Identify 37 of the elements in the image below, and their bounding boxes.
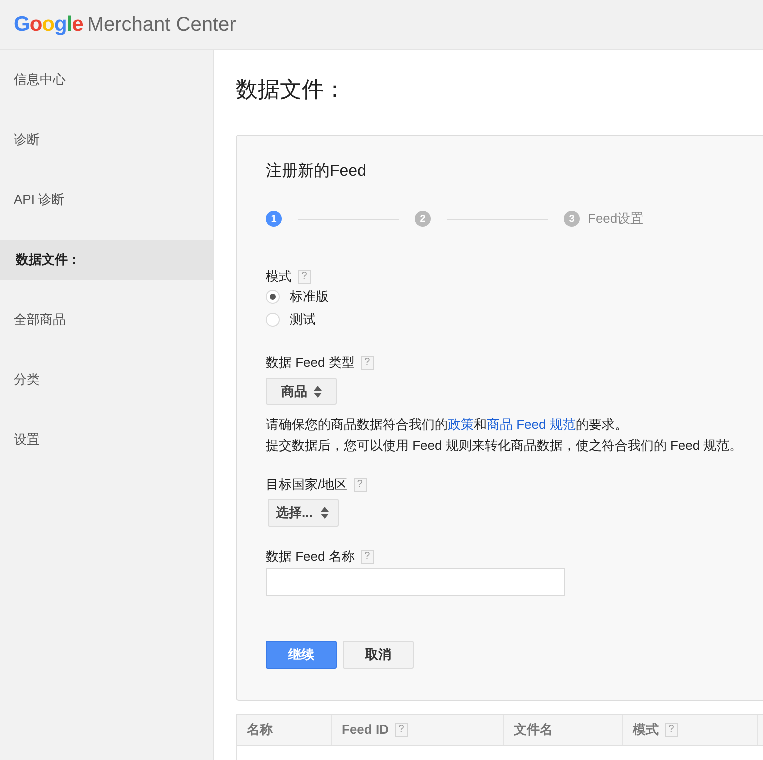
radio-button[interactable]	[266, 313, 280, 327]
form-title: 注册新的Feed	[266, 162, 366, 182]
input-field[interactable]	[266, 568, 565, 596]
column-header: Feed ID	[342, 721, 389, 740]
up-down-caret-icon	[321, 507, 329, 519]
sidebar-item[interactable]: 信息中心	[0, 60, 213, 100]
column-header: 文件名	[514, 721, 553, 740]
step-number: 2	[415, 211, 431, 227]
google-logo: Google	[14, 12, 84, 38]
field-label: 模式	[266, 268, 292, 286]
page-title: 数据文件：	[236, 76, 347, 104]
radio-label: 测试	[290, 311, 316, 330]
radio-label: 标准版	[290, 288, 329, 306]
text-link[interactable]: 商品 Feed 规范	[487, 417, 576, 432]
step-number: 1	[266, 211, 282, 227]
text-link[interactable]: 政策	[448, 417, 474, 432]
radio-button[interactable]	[266, 290, 280, 304]
sidebar-item[interactable]: 全部商品	[0, 300, 213, 340]
column-header: 模式	[633, 721, 659, 740]
notice-text: 提交数据后，您可以使用 Feed 规则来转化商品数据，使之符合我们的 Feed 规范。	[266, 437, 743, 455]
field-label: 数据 Feed 名称	[266, 548, 355, 566]
sidebar-item[interactable]: API 诊断	[0, 180, 213, 220]
country-select[interactable]: 选择...	[268, 499, 339, 527]
sidebar-item[interactable]: 分类	[0, 360, 213, 400]
sidebar-item[interactable]: 数据文件：	[0, 240, 213, 280]
step-label: Feed设置	[588, 210, 644, 228]
up-down-caret-icon	[314, 386, 322, 398]
cancel-button[interactable]: 取消	[343, 641, 414, 669]
column-header: 名称	[247, 721, 273, 740]
field-label: 数据 Feed 类型	[266, 354, 355, 372]
feed-type-select[interactable]: 商品	[266, 378, 337, 405]
sidebar-item[interactable]: 诊断	[0, 120, 213, 160]
step-number: 3	[564, 211, 580, 227]
product-name: Merchant Center	[87, 12, 236, 38]
notice-text: 请确保您的商品数据符合我们的政策和商品 Feed 规范的要求。	[266, 416, 628, 434]
sidebar-item[interactable]: 设置	[0, 420, 213, 460]
field-label: 目标国家/地区	[266, 476, 348, 494]
